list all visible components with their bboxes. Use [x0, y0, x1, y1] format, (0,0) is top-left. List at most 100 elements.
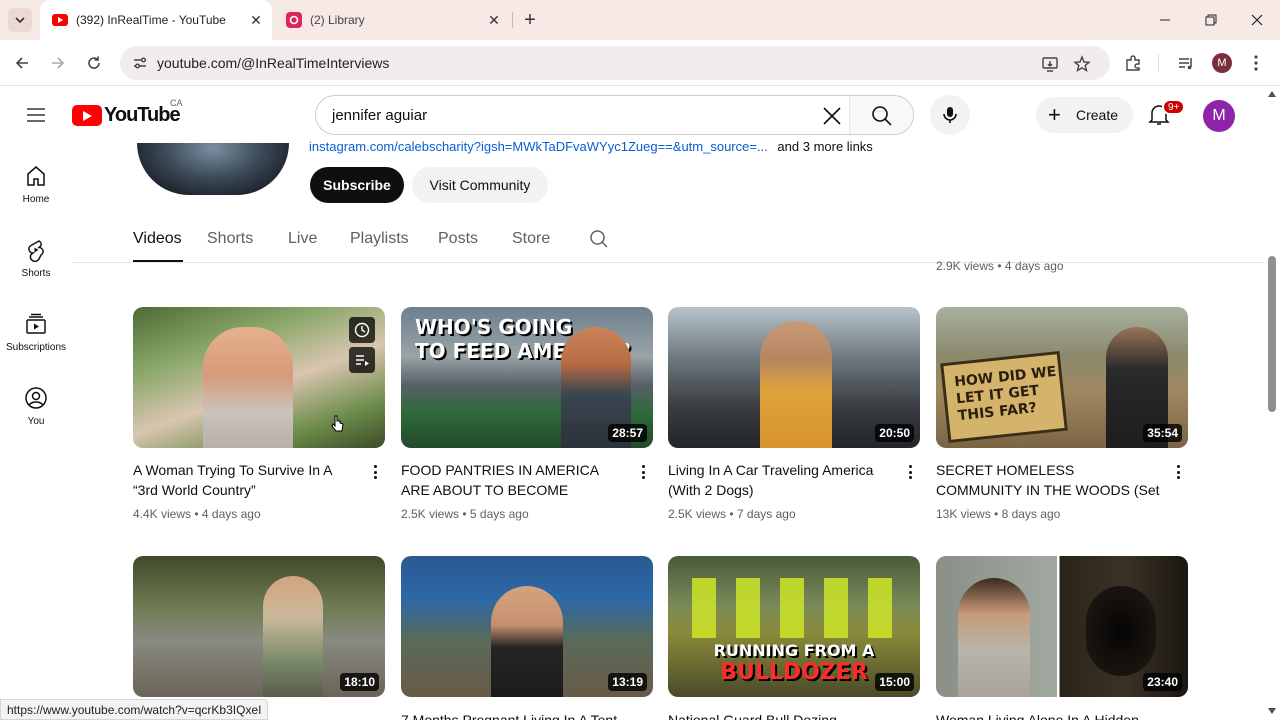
thumbnail-caption: HOW DID WE LET IT GET THIS FAR? — [953, 363, 1057, 425]
subscriptions-icon — [26, 313, 46, 334]
video-title[interactable]: 7 Months Pregnant Living In A Tent — [401, 712, 626, 720]
reload-icon — [88, 56, 100, 69]
video-card[interactable]: 23:40 — [936, 556, 1188, 697]
bookmark-star-icon[interactable] — [1072, 54, 1092, 74]
you-icon — [25, 387, 47, 409]
microphone-icon — [943, 107, 957, 123]
video-menu-icon[interactable] — [369, 463, 381, 481]
create-label: Create — [1076, 107, 1119, 123]
close-tab-icon[interactable]: ✕ — [484, 10, 504, 30]
video-thumbnail[interactable]: 23:40 — [936, 556, 1188, 697]
tab-playlists[interactable]: Playlists — [350, 230, 409, 248]
scroll-up-arrow-icon[interactable] — [1268, 91, 1276, 97]
video-title[interactable]: Woman Living Alone In A Hidden — [936, 712, 1161, 720]
site-settings-icon[interactable] — [128, 51, 152, 75]
voice-search-button[interactable] — [930, 95, 970, 135]
video-thumbnail[interactable]: HOW DID WE LET IT GET THIS FAR? 35:54 — [936, 307, 1188, 448]
youtube-favicon-icon — [52, 12, 68, 28]
video-views: 4.4K views — [133, 507, 192, 521]
tab-shorts[interactable]: Shorts — [207, 230, 253, 248]
guide-menu-button[interactable] — [24, 103, 48, 127]
visit-community-button[interactable]: Visit Community — [412, 167, 548, 203]
video-thumbnail[interactable]: WHO'S GOING TO FEED AMERICA? 28:57 — [401, 307, 653, 448]
tab-videos[interactable]: Videos — [133, 230, 182, 248]
watch-later-icon[interactable] — [349, 317, 375, 343]
tab-title: (392) InRealTime - YouTube — [76, 13, 226, 27]
browser-tab-library[interactable]: (2) Library ✕ — [274, 0, 510, 40]
extensions-icon[interactable] — [1122, 52, 1144, 74]
video-card[interactable]: 18:10 — [133, 556, 385, 697]
thumbnail-figure — [203, 327, 293, 448]
forward-button[interactable] — [44, 50, 72, 76]
new-tab-button[interactable]: + — [518, 8, 542, 32]
video-duration: 35:54 — [1143, 424, 1182, 442]
video-title[interactable]: National Guard Bull Dozing — [668, 712, 893, 720]
video-title[interactable]: FOOD PANTRIES IN AMERICA ARE ABOUT TO BE… — [401, 460, 626, 500]
browser-profile-avatar[interactable]: M — [1212, 53, 1232, 73]
scroll-down-arrow-icon[interactable] — [1268, 708, 1276, 714]
video-title[interactable]: Living In A Car Traveling America (With … — [668, 460, 893, 500]
youtube-logo[interactable]: YouTube CA — [72, 98, 183, 127]
country-code: CA — [170, 98, 183, 108]
video-thumbnail[interactable]: 13:19 — [401, 556, 653, 697]
create-button[interactable]: + Create — [1036, 97, 1133, 133]
media-controls-icon[interactable] — [1175, 52, 1197, 74]
video-title[interactable]: SECRET HOMELESS COMMUNITY IN THE WOODS (… — [936, 460, 1161, 500]
video-thumbnail[interactable] — [133, 307, 385, 448]
video-title[interactable]: A Woman Trying To Survive In A “3rd Worl… — [133, 460, 358, 500]
close-tab-icon[interactable]: ✕ — [246, 10, 266, 30]
clear-search-icon[interactable] — [821, 105, 843, 127]
reload-button[interactable] — [80, 50, 108, 76]
address-bar[interactable]: youtube.com/@InRealTimeInterviews — [120, 46, 1110, 80]
channel-search-icon[interactable] — [589, 229, 609, 249]
chevron-down-icon — [15, 17, 25, 24]
guide-item-you[interactable]: You — [0, 386, 72, 427]
video-menu-icon[interactable] — [1172, 463, 1184, 481]
browser-tab-strip: (392) InRealTime - YouTube ✕ (2) Library… — [0, 0, 1280, 40]
video-card[interactable]: WHO'S GOING TO FEED AMERICA? 28:57 FOOD … — [401, 307, 653, 521]
more-links[interactable]: and 3 more links — [777, 139, 872, 154]
scrollbar-thumb[interactable] — [1268, 256, 1276, 412]
youtube-play-icon — [72, 105, 102, 126]
video-menu-icon[interactable] — [904, 463, 916, 481]
install-app-icon[interactable] — [1040, 54, 1060, 74]
toolbar-divider — [1158, 54, 1159, 72]
video-card[interactable]: HOW DID WE LET IT GET THIS FAR? 35:54 SE… — [936, 307, 1188, 521]
video-card[interactable]: A Woman Trying To Survive In A “3rd Worl… — [133, 307, 385, 521]
search-button[interactable] — [849, 96, 913, 134]
account-avatar[interactable]: M — [1203, 100, 1235, 132]
video-menu-icon[interactable] — [637, 463, 649, 481]
video-thumbnail[interactable]: RUNNING FROM A BULLDOZER 15:00 — [668, 556, 920, 697]
channel-link[interactable]: instagram.com/calebscharity?igsh=MWkTaDF… — [309, 139, 768, 154]
video-meta: 2.5K views • 7 days ago — [668, 507, 796, 521]
video-thumbnail[interactable]: 20:50 — [668, 307, 920, 448]
video-thumbnail[interactable]: 18:10 — [133, 556, 385, 697]
search-input[interactable]: jennifer aguiar — [332, 107, 427, 124]
back-button[interactable] — [8, 50, 36, 76]
status-bar-url: https://www.youtube.com/watch?v=qcrKb3IQ… — [0, 699, 269, 720]
restore-button[interactable] — [1188, 0, 1234, 40]
arrow-right-icon — [52, 57, 65, 69]
video-card[interactable]: 20:50 Living In A Car Traveling America … — [668, 307, 920, 521]
subscribe-button[interactable]: Subscribe — [310, 167, 404, 203]
tab-store[interactable]: Store — [512, 230, 550, 248]
minimize-button[interactable] — [1142, 0, 1188, 40]
video-card[interactable]: RUNNING FROM A BULLDOZER 15:00 — [668, 556, 920, 697]
video-age: 8 days ago — [1001, 507, 1061, 521]
guide-label: You — [27, 416, 45, 427]
guide-item-home[interactable]: Home — [0, 164, 72, 205]
thumbnail-figure — [491, 586, 563, 697]
tab-live[interactable]: Live — [288, 230, 317, 248]
guide-item-subscriptions[interactable]: Subscriptions — [0, 312, 72, 353]
browser-tab-youtube[interactable]: (392) InRealTime - YouTube ✕ — [40, 0, 272, 40]
tab-posts[interactable]: Posts — [438, 230, 478, 248]
guide-item-shorts[interactable]: Shorts — [0, 238, 72, 279]
video-card[interactable]: 13:19 — [401, 556, 653, 697]
thumbnail-figure — [760, 321, 832, 448]
close-window-button[interactable] — [1234, 0, 1280, 40]
channel-avatar[interactable] — [137, 143, 289, 195]
browser-menu-icon[interactable] — [1245, 52, 1267, 74]
add-to-queue-icon[interactable] — [349, 347, 375, 373]
video-age: 5 days ago — [469, 507, 529, 521]
tab-search-button[interactable] — [8, 8, 32, 32]
